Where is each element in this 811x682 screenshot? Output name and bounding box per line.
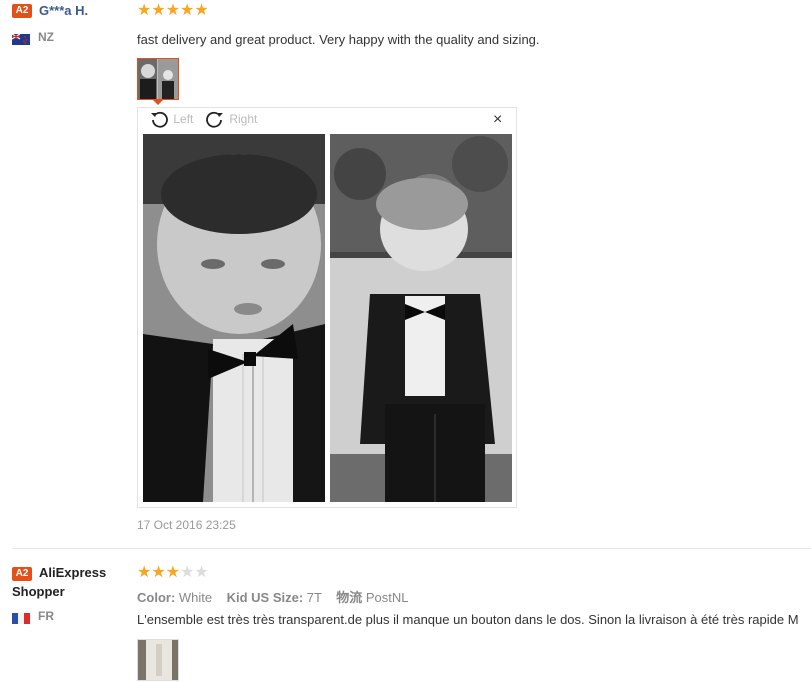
- color-value: White: [178, 590, 213, 605]
- review-date: 17 Oct 2016 23:25: [137, 518, 236, 532]
- fr-flag-icon: [12, 611, 30, 624]
- review-photo-thumbnail[interactable]: [137, 639, 179, 681]
- star-filled-icon: ★: [151, 2, 166, 19]
- rotate-right-button[interactable]: Right: [204, 111, 257, 129]
- star-empty-icon: ★: [180, 564, 195, 581]
- star-empty-icon: ★: [194, 564, 209, 581]
- thumbnail-pointer: [152, 99, 164, 105]
- reviewer-name-text: AliExpress Shopper: [12, 565, 107, 599]
- color-label: Color:: [137, 590, 176, 605]
- review-photo-thumbnail[interactable]: [137, 58, 179, 100]
- rotate-left-icon: [151, 111, 168, 128]
- close-icon[interactable]: ×: [493, 111, 502, 129]
- review-photo-2: [330, 134, 512, 502]
- review-2: A2 AliExpress Shopper FR ★★★★★ Color: Wh…: [0, 549, 811, 682]
- review-1: A2 G***a H. NZ ★★★★★ fast delivery and g…: [0, 0, 811, 548]
- rotate-left-button[interactable]: Left: [148, 111, 193, 129]
- star-filled-icon: ★: [137, 564, 152, 581]
- level-badge: A2: [12, 4, 32, 18]
- nz-flag-icon: [11, 32, 30, 45]
- review-text: L'ensemble est très très transparent.de …: [137, 612, 799, 627]
- rotate-right-label: Right: [229, 112, 258, 127]
- star-filled-icon: ★: [165, 564, 181, 581]
- purchase-attributes: Color: White Kid US Size: 7T 物流 PostNL: [137, 587, 408, 606]
- star-filled-icon: ★: [194, 2, 209, 19]
- reviewer-name[interactable]: G***a H.: [39, 3, 88, 18]
- star-filled-icon: ★: [151, 564, 166, 581]
- reviewer-name[interactable]: AliExpress Shopper: [12, 563, 127, 601]
- reviewer-country: NZ: [38, 30, 54, 44]
- review-photo-1: [143, 134, 325, 502]
- size-value: 7T: [306, 590, 322, 605]
- star-filled-icon: ★: [180, 2, 195, 19]
- star-rating: ★★★★★: [137, 2, 209, 20]
- reviewer-country: FR: [38, 609, 54, 623]
- rotate-left-label: Left: [173, 112, 194, 127]
- logistics-label: 物流: [336, 590, 363, 605]
- photo-viewer: Left Right ×: [137, 107, 517, 508]
- logistics-value: PostNL: [365, 590, 409, 605]
- size-label: Kid US Size:: [226, 590, 304, 605]
- star-filled-icon: ★: [165, 2, 181, 19]
- star-rating: ★★★★★: [137, 564, 209, 582]
- review-text: fast delivery and great product. Very ha…: [137, 32, 540, 47]
- rotate-right-icon: [206, 111, 223, 128]
- star-filled-icon: ★: [137, 2, 152, 19]
